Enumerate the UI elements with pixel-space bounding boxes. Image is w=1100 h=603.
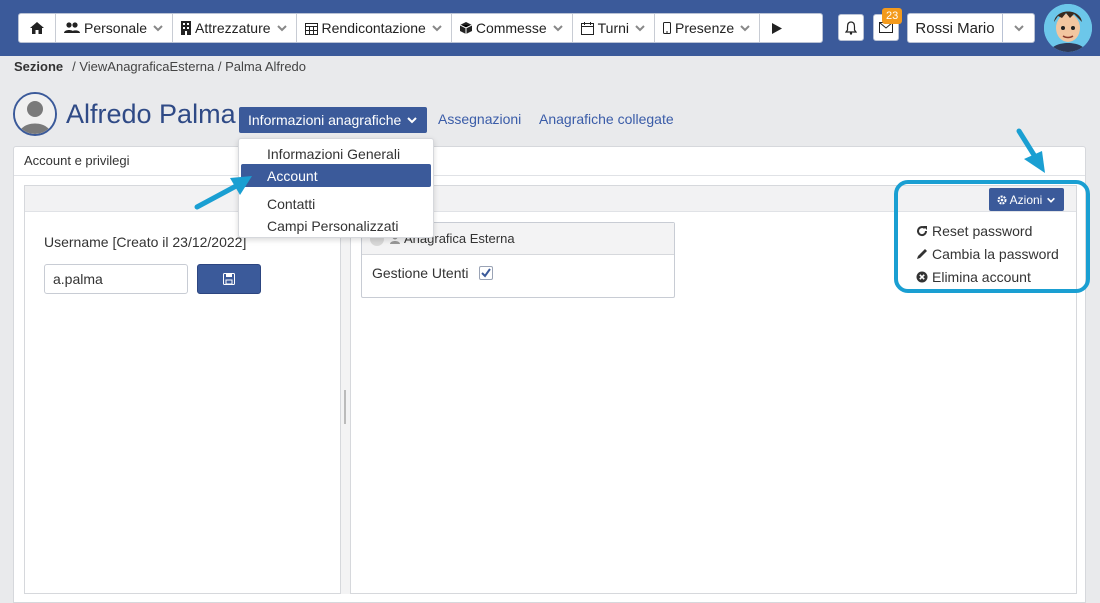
home-icon	[30, 22, 44, 34]
home-button[interactable]	[19, 14, 56, 42]
column-splitter[interactable]	[341, 212, 351, 594]
breadcrumb: Sezione / ViewAnagraficaEsterna / Palma A…	[14, 59, 306, 74]
notifications-button[interactable]	[838, 14, 864, 41]
messages-count-badge: 23	[882, 8, 903, 24]
bell-icon	[845, 20, 857, 35]
gestione-utenti-checkbox[interactable]	[478, 266, 493, 280]
actions-highlight	[894, 180, 1090, 293]
user-menu-button[interactable]: Rossi Mario	[907, 13, 1003, 43]
tab-label: Informazioni anagrafiche	[248, 112, 402, 128]
checkmark-icon	[480, 268, 491, 278]
chevron-down-icon	[1013, 25, 1024, 32]
user-name: Rossi Mario	[915, 19, 995, 37]
main-menu: Personale Attrezzature Rendicontazione C…	[18, 13, 824, 43]
gestione-utenti-row: Gestione Utenti	[362, 255, 674, 291]
menu-presenze-label: Presenze	[675, 20, 735, 36]
panel-title: Account e privilegi	[14, 147, 1085, 176]
menu-rendicontazione-label: Rendicontazione	[321, 20, 426, 36]
users-icon	[64, 22, 80, 33]
tab-assegnazioni[interactable]: Assegnazioni	[438, 111, 521, 127]
user-placeholder-icon	[15, 94, 55, 134]
tab-anagrafiche-collegate[interactable]: Anagrafiche collegate	[539, 111, 674, 127]
user-menu-caret[interactable]	[1003, 13, 1035, 43]
dropdown-item-contatti[interactable]: Contatti	[241, 192, 431, 215]
dropdown-item-campi-personalizzati[interactable]: Campi Personalizzati	[241, 214, 431, 237]
calendar-grid-icon	[304, 22, 318, 35]
floppy-disk-icon	[223, 273, 235, 285]
chevron-down-icon	[635, 25, 645, 32]
arrow-annotation-azioni	[1016, 128, 1045, 173]
menu-commesse-label: Commesse	[475, 20, 547, 36]
user-avatar[interactable]	[1044, 4, 1092, 52]
dropdown-item-account[interactable]: Account	[241, 164, 431, 187]
dropdown-item-informazioni-generali[interactable]: Informazioni Generali	[241, 142, 431, 165]
chevron-down-icon	[740, 25, 750, 32]
arrow-annotation-account	[194, 176, 252, 210]
mobile-icon	[663, 22, 672, 34]
chevron-down-icon	[276, 25, 287, 32]
chevron-down-icon	[552, 25, 563, 32]
menu-personale[interactable]: Personale	[56, 14, 174, 42]
person-avatar	[13, 92, 57, 136]
anagrafica-dropdown-menu: Informazioni Generali Account Contatti C…	[238, 138, 434, 238]
left-column: Username [Creato il 23/12/2022]	[25, 212, 341, 594]
play-icon	[772, 22, 783, 34]
tab-informazioni-anagrafiche[interactable]: Informazioni anagrafiche	[239, 107, 427, 133]
menu-attrezzature-label: Attrezzature	[195, 20, 271, 36]
chevron-down-icon	[407, 117, 418, 124]
menu-rendicontazione[interactable]: Rendicontazione	[297, 14, 452, 42]
chevron-down-icon	[432, 25, 442, 32]
menu-commesse[interactable]: Commesse	[452, 14, 573, 42]
splitter-grip	[344, 390, 346, 424]
menu-turni-label: Turni	[597, 20, 630, 36]
menu-attrezzature[interactable]: Attrezzature	[173, 14, 297, 42]
calendar-icon	[580, 21, 594, 35]
save-button[interactable]	[197, 264, 261, 294]
page-title: Alfredo Palma	[66, 99, 236, 129]
building-icon	[181, 21, 192, 35]
play-button[interactable]	[760, 14, 822, 42]
cartoon-avatar-icon	[1044, 4, 1092, 52]
menu-presenze[interactable]: Presenze	[655, 14, 761, 42]
breadcrumb-path[interactable]: / ViewAnagraficaEsterna / Palma Alfredo	[72, 59, 306, 74]
top-navbar: Personale Attrezzature Rendicontazione C…	[0, 0, 1100, 56]
chevron-down-icon	[153, 25, 163, 32]
breadcrumb-section: Sezione	[14, 59, 64, 74]
menu-turni[interactable]: Turni	[573, 14, 656, 42]
gestione-utenti-label: Gestione Utenti	[372, 265, 469, 281]
username-label: Username [Creato il 23/12/2022]	[44, 234, 247, 250]
username-input[interactable]	[44, 264, 188, 294]
menu-personale-label: Personale	[84, 20, 148, 36]
cube-icon	[459, 22, 472, 34]
